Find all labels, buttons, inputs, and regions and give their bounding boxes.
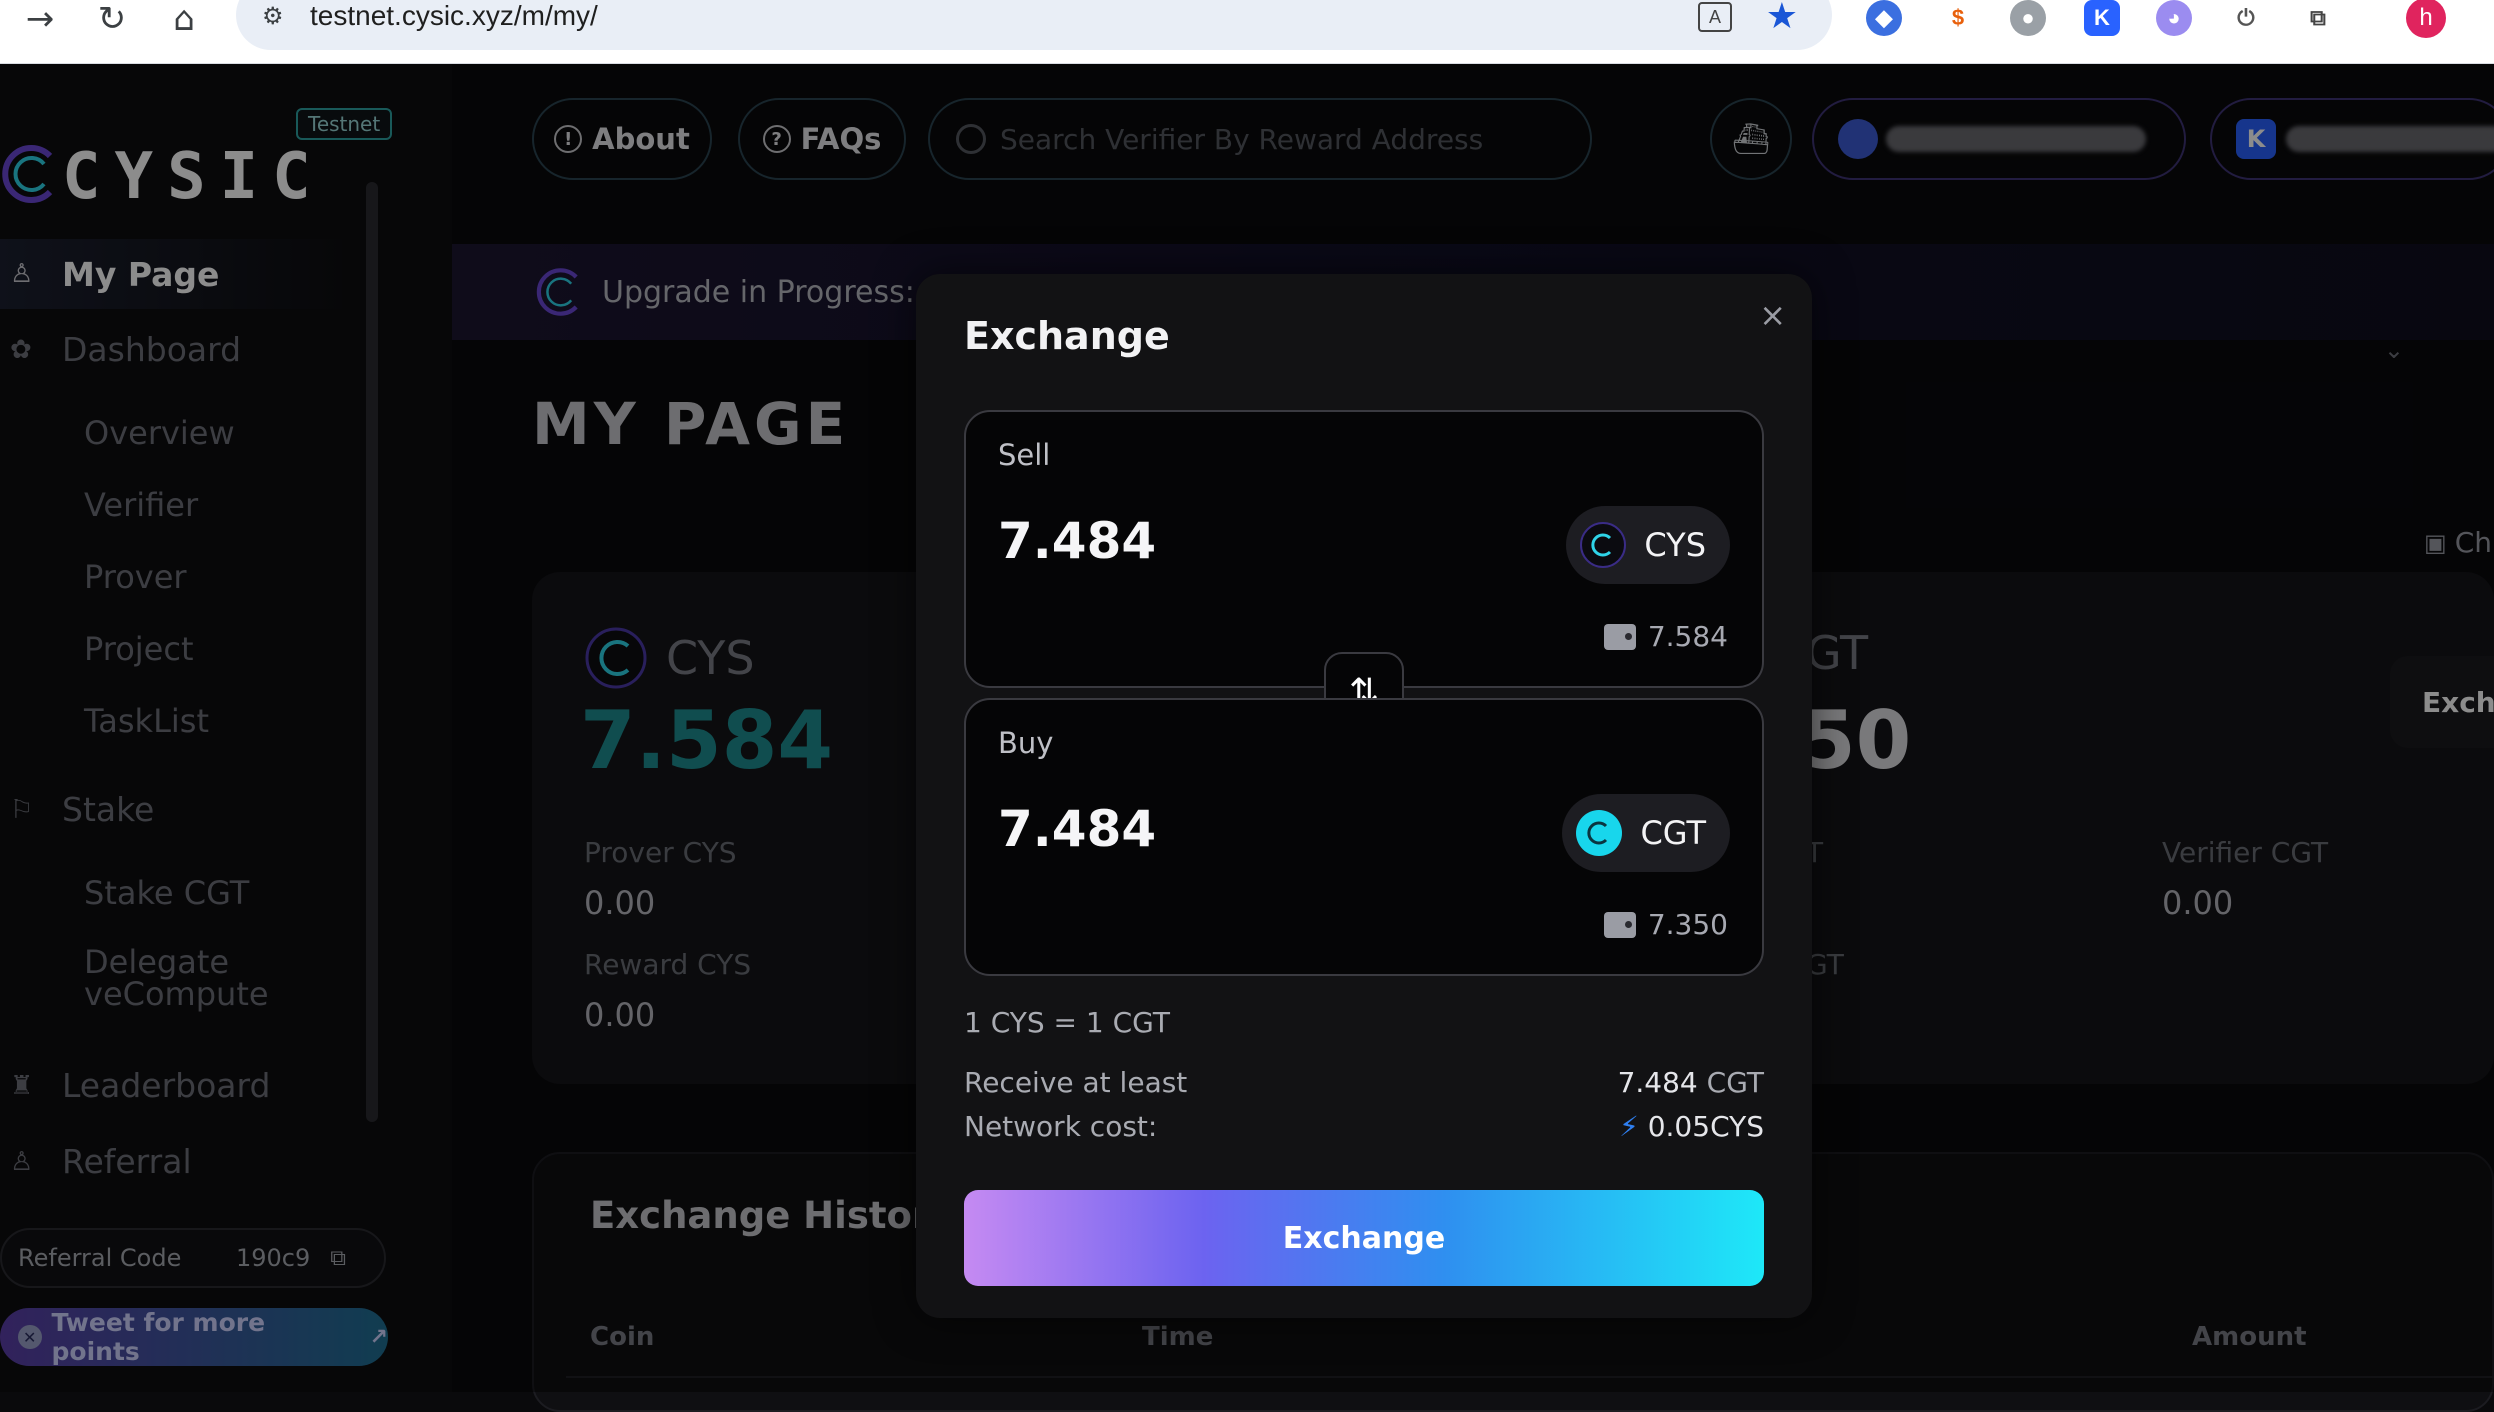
buy-amount-input[interactable]: 7.484 bbox=[998, 800, 1156, 858]
translate-icon[interactable]: A bbox=[1698, 2, 1732, 32]
receive-value: 7.484 CGT bbox=[1618, 1066, 1764, 1099]
receive-label: Receive at least bbox=[964, 1066, 1188, 1099]
url-text[interactable]: testnet.cysic.xyz/m/my/ bbox=[310, 0, 598, 32]
site-settings-icon[interactable]: ⚙ bbox=[262, 2, 292, 32]
extension-k-icon[interactable]: K bbox=[2084, 0, 2120, 36]
receive-unit: CGT bbox=[1706, 1066, 1764, 1099]
sell-balance-value: 7.584 bbox=[1647, 620, 1728, 653]
sell-token-selector[interactable]: CYS bbox=[1566, 506, 1730, 584]
close-icon[interactable]: × bbox=[1759, 296, 1786, 334]
cys-coin-icon bbox=[1580, 522, 1627, 568]
sell-label: Sell bbox=[998, 438, 1051, 472]
wallet-icon bbox=[1603, 623, 1636, 650]
profile-avatar[interactable]: h bbox=[2406, 0, 2446, 38]
lightning-icon: ⚡ bbox=[1619, 1110, 1639, 1143]
exchange-modal: Exchange × Sell 7.484 CYS 7.584 ⇅ Buy 7.… bbox=[916, 274, 1812, 1318]
buy-panel: Buy 7.484 CGT 7.350 bbox=[964, 698, 1764, 976]
exchange-rate: 1 CYS = 1 CGT bbox=[964, 1006, 1170, 1039]
receive-amount: 7.484 bbox=[1617, 1066, 1698, 1099]
buy-label: Buy bbox=[998, 726, 1054, 760]
extension-s-icon[interactable]: $ bbox=[1940, 0, 1976, 36]
exchange-submit-button[interactable]: Exchange bbox=[964, 1190, 1764, 1286]
network-cost-value: ⚡ 0.05CYS bbox=[1619, 1110, 1764, 1143]
extension-power-icon[interactable]: ⏻ bbox=[2228, 0, 2264, 36]
buy-token-name: CGT bbox=[1640, 814, 1706, 852]
wallet-icon bbox=[1603, 911, 1636, 938]
extensions-puzzle-icon[interactable]: ⧉ bbox=[2300, 0, 2336, 36]
browser-toolbar: → ↻ ⌂ ⚙ testnet.cysic.xyz/m/my/ A ★ ◆ $ … bbox=[0, 0, 2494, 64]
address-bar[interactable]: ⚙ testnet.cysic.xyz/m/my/ A ★ bbox=[236, 0, 1832, 50]
network-cost-label: Network cost: bbox=[964, 1110, 1158, 1143]
extension-ghost-icon[interactable]: ◕ bbox=[2156, 0, 2192, 36]
reload-icon[interactable]: ↻ bbox=[92, 0, 132, 39]
buy-balance-value: 7.350 bbox=[1647, 908, 1728, 941]
buy-balance: 7.350 bbox=[1603, 908, 1728, 941]
sell-panel: Sell 7.484 CYS 7.584 bbox=[964, 410, 1764, 688]
sell-balance: 7.584 bbox=[1603, 620, 1728, 653]
modal-title: Exchange bbox=[964, 314, 1170, 358]
bookmark-star-icon[interactable]: ★ bbox=[1766, 0, 1798, 37]
cgt-coin-icon bbox=[1576, 810, 1623, 856]
sell-amount-input[interactable]: 7.484 bbox=[998, 512, 1156, 570]
buy-token-selector[interactable]: CGT bbox=[1562, 794, 1730, 872]
sell-token-name: CYS bbox=[1644, 526, 1706, 564]
extension-globe-icon[interactable]: ● bbox=[2010, 0, 2046, 36]
home-icon[interactable]: ⌂ bbox=[164, 0, 204, 39]
extension-dolphin-icon[interactable]: ◆ bbox=[1866, 0, 1902, 36]
forward-icon[interactable]: → bbox=[20, 0, 60, 39]
network-cost-amount: 0.05CYS bbox=[1647, 1110, 1764, 1143]
